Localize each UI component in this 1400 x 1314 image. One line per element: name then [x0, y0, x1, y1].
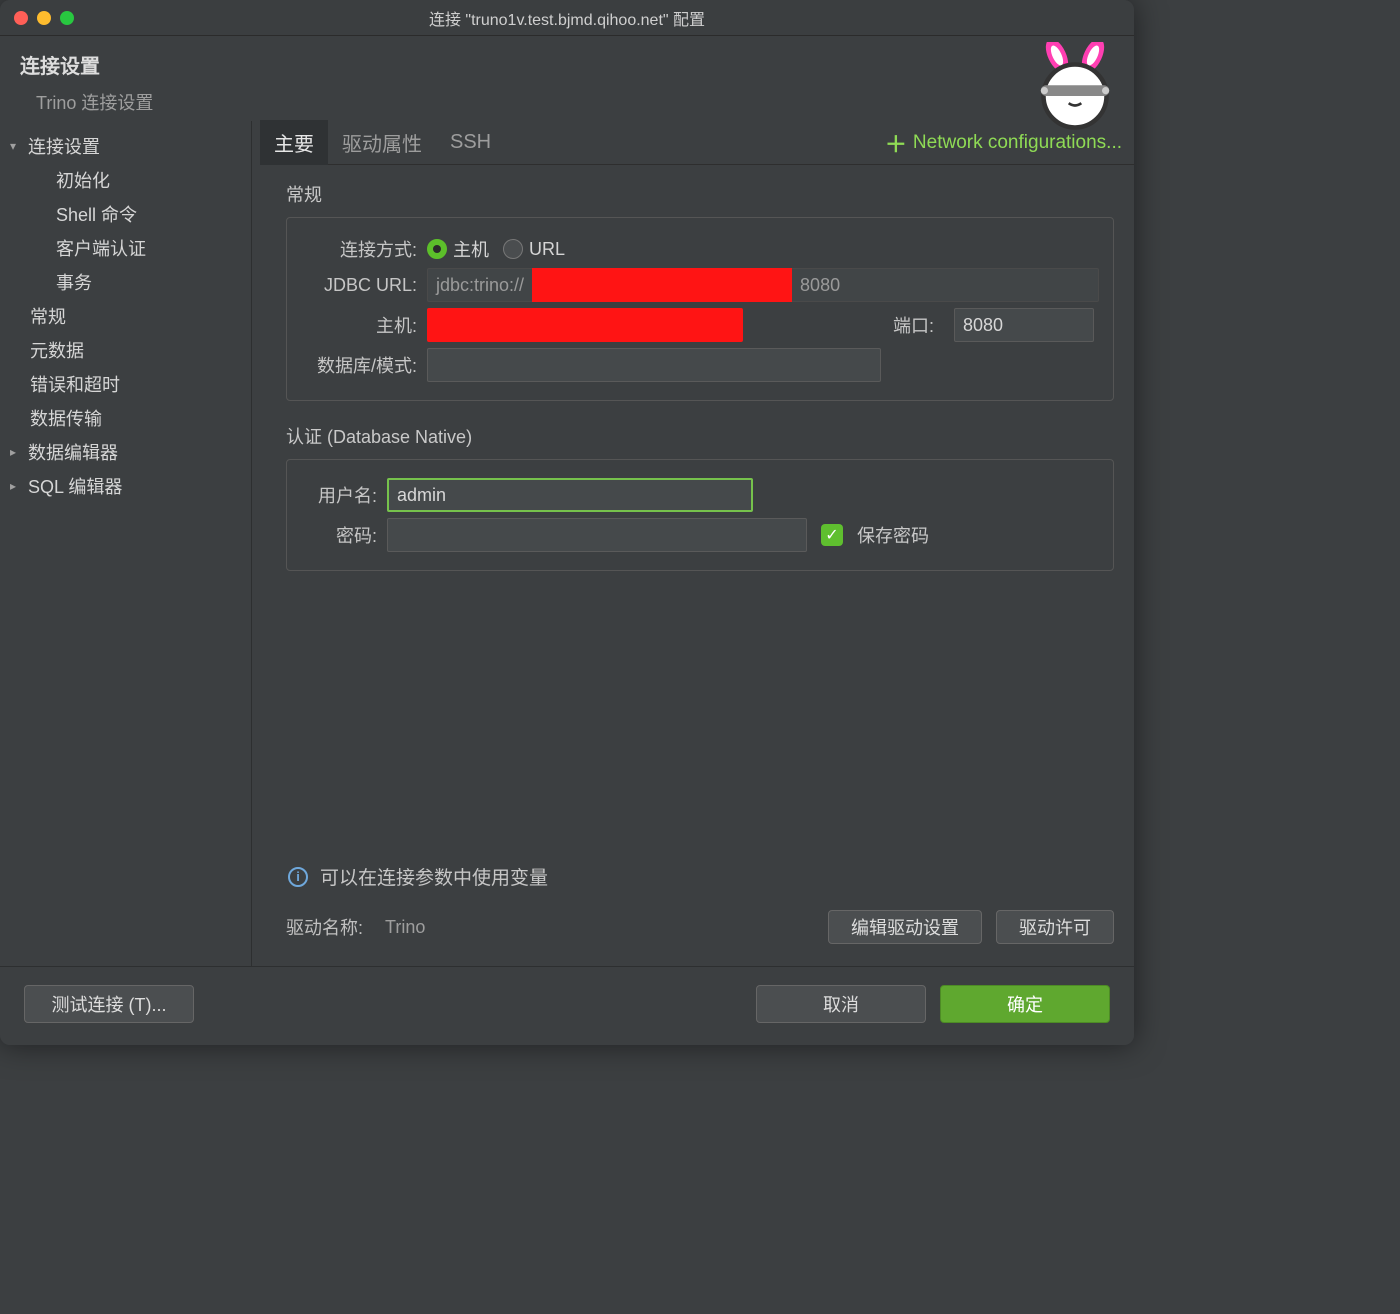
sidebar-item-connection-settings[interactable]: ▾连接设置	[0, 129, 251, 163]
general-group-title: 常规	[286, 181, 1114, 207]
tab-ssh[interactable]: SSH	[436, 123, 505, 162]
chevron-right-icon: ▸	[10, 479, 24, 493]
driver-name-value: Trino	[385, 917, 425, 938]
database-input[interactable]	[427, 348, 881, 382]
info-text: 可以在连接参数中使用变量	[320, 863, 548, 890]
minimize-icon[interactable]	[37, 11, 51, 25]
radio-icon	[503, 239, 523, 259]
dialog-window: 连接 "truno1v.test.bjmd.qihoo.net" 配置 连接设置…	[0, 0, 1134, 1045]
tab-driver-props[interactable]: 驱动属性	[328, 120, 436, 165]
auth-group: 用户名: 密码: ✓ 保存密码	[286, 459, 1114, 571]
driver-row: 驱动名称: Trino 编辑驱动设置 驱动许可	[286, 904, 1114, 954]
window-controls	[0, 11, 74, 25]
database-label: 数据库/模式:	[301, 352, 427, 378]
window-title: 连接 "truno1v.test.bjmd.qihoo.net" 配置	[0, 6, 1134, 30]
dialog-footer: 测试连接 (T)... 取消 确定	[0, 966, 1134, 1045]
sidebar: ▾连接设置 初始化 Shell 命令 客户端认证 事务 常规 元数据 错误和超时…	[0, 121, 252, 966]
radio-url[interactable]: URL	[503, 239, 565, 260]
test-connection-button[interactable]: 测试连接 (T)...	[24, 985, 194, 1023]
password-input[interactable]	[387, 518, 807, 552]
close-icon[interactable]	[14, 11, 28, 25]
general-group: 连接方式: 主机 URL JDBC URL: jdbc:trino:// 808…	[286, 217, 1114, 401]
edit-driver-button[interactable]: 编辑驱动设置	[828, 910, 982, 944]
plus-icon: ＋	[885, 127, 907, 159]
sidebar-item-transactions[interactable]: 事务	[0, 265, 251, 299]
radio-icon	[427, 239, 447, 259]
driver-license-button[interactable]: 驱动许可	[996, 910, 1114, 944]
sidebar-item-errors[interactable]: 错误和超时	[0, 367, 251, 401]
sidebar-item-init[interactable]: 初始化	[0, 163, 251, 197]
username-label: 用户名:	[301, 482, 387, 508]
sidebar-item-client-auth[interactable]: 客户端认证	[0, 231, 251, 265]
port-label: 端口:	[893, 312, 944, 338]
info-row: i 可以在连接参数中使用变量	[286, 855, 1114, 904]
save-password-checkbox[interactable]: ✓	[821, 524, 843, 546]
chevron-right-icon: ▸	[10, 445, 24, 459]
jdbc-url-redacted	[532, 268, 792, 302]
dialog-body: ▾连接设置 初始化 Shell 命令 客户端认证 事务 常规 元数据 错误和超时…	[0, 121, 1134, 966]
radio-host[interactable]: 主机	[427, 236, 489, 262]
tab-bar: 主要 驱动属性 SSH ＋ Network configurations...	[260, 121, 1134, 165]
header: 连接设置 Trino 连接设置	[0, 36, 1134, 121]
jdbc-label: JDBC URL:	[301, 275, 427, 296]
jdbc-url-prefix: jdbc:trino://	[427, 268, 532, 302]
host-label: 主机:	[301, 312, 427, 338]
page-subtitle: Trino 连接设置	[36, 89, 1114, 115]
sidebar-item-shell[interactable]: Shell 命令	[0, 197, 251, 231]
driver-name-label: 驱动名称:	[286, 914, 363, 940]
auth-group-title: 认证 (Database Native)	[286, 423, 1114, 449]
sidebar-item-transfer[interactable]: 数据传输	[0, 401, 251, 435]
page-title: 连接设置	[20, 50, 1114, 79]
ok-button[interactable]: 确定	[940, 985, 1110, 1023]
sidebar-item-sql-editor[interactable]: ▸SQL 编辑器	[0, 469, 251, 503]
sidebar-item-general[interactable]: 常规	[0, 299, 251, 333]
main-content: 主要 驱动属性 SSH ＋ Network configurations... …	[252, 121, 1134, 966]
main-panel: 常规 连接方式: 主机 URL JDBC URL: jdbc:trino://	[260, 165, 1134, 966]
connect-by-label: 连接方式:	[301, 236, 427, 262]
jdbc-url-port: 8080	[792, 268, 1099, 302]
save-password-label: 保存密码	[857, 522, 929, 548]
cancel-button[interactable]: 取消	[756, 985, 926, 1023]
info-icon: i	[288, 867, 308, 887]
sidebar-item-data-editor[interactable]: ▸数据编辑器	[0, 435, 251, 469]
zoom-icon[interactable]	[60, 11, 74, 25]
tab-main[interactable]: 主要	[260, 120, 328, 165]
password-label: 密码:	[301, 522, 387, 548]
host-input-redacted[interactable]	[427, 308, 743, 342]
chevron-down-icon: ▾	[10, 139, 24, 153]
sidebar-item-metadata[interactable]: 元数据	[0, 333, 251, 367]
trino-logo-icon	[1030, 42, 1120, 132]
titlebar: 连接 "truno1v.test.bjmd.qihoo.net" 配置	[0, 0, 1134, 36]
username-input[interactable]	[387, 478, 753, 512]
port-input[interactable]	[954, 308, 1094, 342]
